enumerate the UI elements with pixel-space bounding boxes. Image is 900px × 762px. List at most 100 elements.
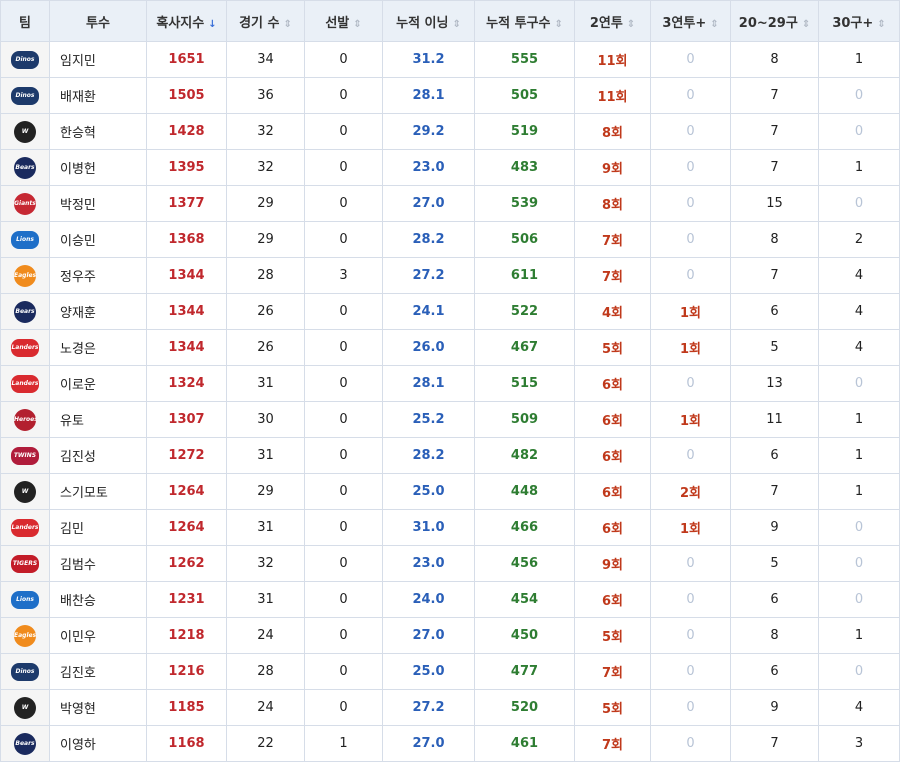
pitches-30-plus: 0 (818, 185, 900, 222)
sort-icon[interactable]: ⇕ (877, 19, 885, 30)
overuse-index: 1272 (146, 437, 227, 474)
table-row[interactable]: Dinos 임지민 1651 34 0 31.2 555 11회 0 8 1 (0, 41, 900, 78)
starts-count: 0 (304, 113, 383, 150)
starts-count: 0 (304, 185, 383, 222)
table-row[interactable]: Heroes 유토 1307 30 0 25.2 509 6회 1회 11 1 (0, 401, 900, 438)
pitches-20-29: 6 (730, 437, 819, 474)
starts-count: 0 (304, 149, 383, 186)
total-pitches: 519 (474, 113, 575, 150)
table-row[interactable]: Dinos 배재환 1505 36 0 28.1 505 11회 0 7 0 (0, 77, 900, 114)
column-header-2[interactable]: 혹사지수 ↓ (146, 0, 227, 42)
sort-icon[interactable]: ⇕ (710, 19, 718, 30)
sort-icon[interactable]: ⇕ (452, 19, 460, 30)
total-pitches: 509 (474, 401, 575, 438)
sort-icon[interactable]: ⇕ (284, 19, 292, 30)
column-header-5[interactable]: 누적 이닝 ⇕ (382, 0, 475, 42)
table-row[interactable]: Dinos 김진호 1216 28 0 25.0 477 7회 0 6 0 (0, 653, 900, 690)
table-row[interactable]: Lions 배찬승 1231 31 0 24.0 454 6회 0 6 0 (0, 581, 900, 618)
column-header-9[interactable]: 20~29구 ⇕ (730, 0, 819, 42)
team-logo-bears: Bears (14, 732, 36, 755)
column-header-label: 누적 이닝 (396, 15, 449, 31)
table-row[interactable]: Bears 양재훈 1344 26 0 24.1 522 4회 1회 6 4 (0, 293, 900, 330)
starts-count: 0 (304, 581, 383, 618)
three-day-streak: 0 (650, 653, 731, 690)
sort-icon[interactable]: ⇕ (802, 19, 810, 30)
team-logo-wyverns: W (14, 120, 36, 143)
games-count: 31 (226, 581, 305, 618)
total-innings: 27.0 (382, 725, 475, 762)
pitches-20-29: 5 (730, 329, 819, 366)
column-header-10[interactable]: 30구+ ⇕ (818, 0, 900, 42)
column-header-7[interactable]: 2연투 ⇕ (574, 0, 651, 42)
table-row[interactable]: Eagles 이민우 1218 24 0 27.0 450 5회 0 8 1 (0, 617, 900, 654)
pitcher-name: 노경은 (49, 329, 147, 366)
team-logo-eagles: Eagles (14, 264, 36, 287)
table-row[interactable]: W 한승혁 1428 32 0 29.2 519 8회 0 7 0 (0, 113, 900, 150)
two-day-streak: 5회 (574, 617, 651, 654)
pitches-30-plus: 4 (818, 329, 900, 366)
team-logo-landers: Landers (11, 374, 39, 393)
table-row[interactable]: Landers 김민 1264 31 0 31.0 466 6회 1회 9 0 (0, 509, 900, 546)
pitcher-name: 이병헌 (49, 149, 147, 186)
two-day-streak: 6회 (574, 581, 651, 618)
team-logo-bears: Bears (14, 300, 36, 323)
sort-desc-icon[interactable]: ↓ (208, 19, 216, 30)
table-row[interactable]: Bears 이영하 1168 22 1 27.0 461 7회 0 7 3 (0, 725, 900, 762)
table-row[interactable]: Bears 이병헌 1395 32 0 23.0 483 9회 0 7 1 (0, 149, 900, 186)
table-row[interactable]: Landers 노경은 1344 26 0 26.0 467 5회 1회 5 4 (0, 329, 900, 366)
starts-count: 0 (304, 473, 383, 510)
total-innings: 23.0 (382, 545, 475, 582)
total-pitches: 461 (474, 725, 575, 762)
games-count: 31 (226, 509, 305, 546)
table-row[interactable]: Lions 이승민 1368 29 0 28.2 506 7회 0 8 2 (0, 221, 900, 258)
overuse-index: 1368 (146, 221, 227, 258)
table-row[interactable]: TIGERS 김범수 1262 32 0 23.0 456 9회 0 5 0 (0, 545, 900, 582)
two-day-streak: 7회 (574, 221, 651, 258)
column-header-6[interactable]: 누적 투구수 ⇕ (474, 0, 575, 42)
column-header-label: 혹사지수 (156, 15, 205, 31)
pitches-20-29: 8 (730, 221, 819, 258)
sort-icon[interactable]: ⇕ (554, 19, 562, 30)
table-row[interactable]: TWINS 김진성 1272 31 0 28.2 482 6회 0 6 1 (0, 437, 900, 474)
pitcher-name: 김진호 (49, 653, 147, 690)
table-row[interactable]: W 스기모토 1264 29 0 25.0 448 6회 2회 7 1 (0, 473, 900, 510)
sort-icon[interactable]: ⇕ (627, 19, 635, 30)
column-header-8[interactable]: 3연투+ ⇕ (650, 0, 731, 42)
team-cell: Landers (0, 365, 50, 402)
pitcher-name: 배찬승 (49, 581, 147, 618)
total-pitches: 483 (474, 149, 575, 186)
team-cell: Landers (0, 329, 50, 366)
column-header-4[interactable]: 선발 ⇕ (304, 0, 383, 42)
games-count: 36 (226, 77, 305, 114)
pitches-20-29: 9 (730, 689, 819, 726)
overuse-index: 1344 (146, 293, 227, 330)
three-day-streak: 2회 (650, 473, 731, 510)
total-innings: 24.0 (382, 581, 475, 618)
pitches-20-29: 15 (730, 185, 819, 222)
table-row[interactable]: Giants 박정민 1377 29 0 27.0 539 8회 0 15 0 (0, 185, 900, 222)
column-header-label: 누적 투구수 (486, 15, 551, 31)
three-day-streak: 0 (650, 149, 731, 186)
table-row[interactable]: W 박영현 1185 24 0 27.2 520 5회 0 9 4 (0, 689, 900, 726)
column-header-3[interactable]: 경기 수 ⇕ (226, 0, 305, 42)
pitcher-name: 배재환 (49, 77, 147, 114)
pitches-20-29: 7 (730, 725, 819, 762)
pitcher-name: 김진성 (49, 437, 147, 474)
table-row[interactable]: Landers 이로운 1324 31 0 28.1 515 6회 0 13 0 (0, 365, 900, 402)
games-count: 32 (226, 545, 305, 582)
pitches-30-plus: 1 (818, 149, 900, 186)
total-innings: 31.0 (382, 509, 475, 546)
team-logo-lions: Lions (11, 590, 39, 609)
pitcher-name: 한승혁 (49, 113, 147, 150)
pitcher-name: 김범수 (49, 545, 147, 582)
sort-icon[interactable]: ⇕ (353, 19, 361, 30)
pitcher-name: 이영하 (49, 725, 147, 762)
table-row[interactable]: Eagles 정우주 1344 28 3 27.2 611 7회 0 7 4 (0, 257, 900, 294)
games-count: 24 (226, 617, 305, 654)
total-pitches: 522 (474, 293, 575, 330)
team-cell: TIGERS (0, 545, 50, 582)
games-count: 31 (226, 365, 305, 402)
pitcher-name: 박영현 (49, 689, 147, 726)
team-cell: Lions (0, 221, 50, 258)
two-day-streak: 6회 (574, 509, 651, 546)
